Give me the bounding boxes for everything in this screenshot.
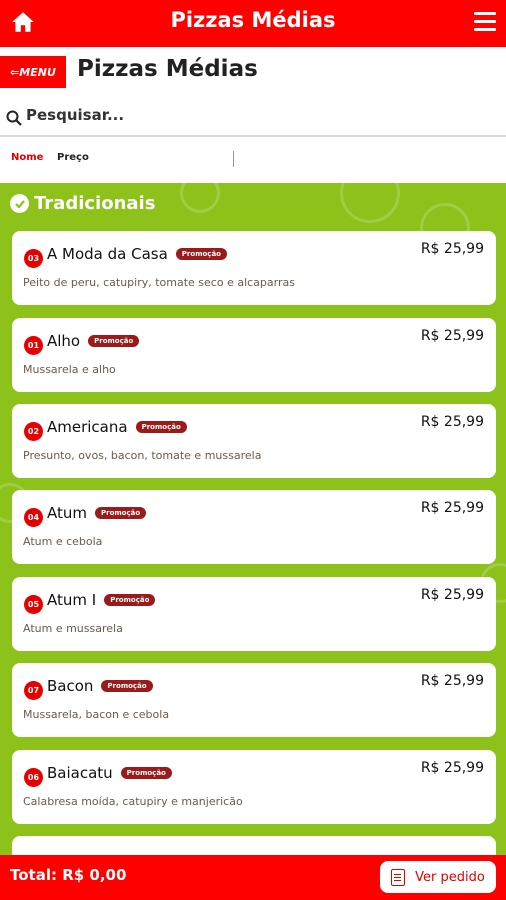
product-description: Atum e cebola — [23, 535, 103, 548]
bottom-bar: Total: R$ 0,00 Ver pedido — [0, 855, 506, 900]
product-description: Peito de peru, catupiry, tomate seco e a… — [23, 276, 295, 289]
product-card[interactable]: 01 Alho Promoção R$ 25,99 Mussarela e alh… — [12, 318, 496, 392]
product-name-row: Americana Promoção — [47, 418, 187, 436]
section-title-label: Tradicionais — [34, 193, 156, 214]
product-price: R$ 25,99 — [420, 414, 484, 430]
sort-by-name[interactable]: Nome — [11, 152, 43, 163]
promo-badge: Promoção — [101, 680, 153, 692]
sort-by-price[interactable]: Preço — [57, 152, 89, 163]
menu-button-label: MENU — [19, 65, 56, 79]
page-title: Pizzas Médias — [77, 56, 258, 82]
hamburger-icon[interactable] — [474, 12, 496, 32]
page-header: ⇐ MENU Pizzas Médias — [0, 47, 506, 97]
product-number: 04 — [24, 508, 43, 527]
promo-badge: Promoção — [104, 594, 156, 606]
product-number: 07 — [24, 681, 43, 700]
product-card[interactable]: 05 Atum I Promoção R$ 25,99 Atum e mussar… — [12, 577, 496, 651]
product-name: Americana — [47, 418, 128, 436]
product-price: R$ 25,99 — [420, 500, 484, 516]
product-number: 06 — [24, 768, 43, 787]
product-card[interactable]: 07 Bacon Promoção R$ 25,99 Mussarela, bac… — [12, 663, 496, 737]
product-number: 02 — [24, 422, 43, 441]
product-name: Alho — [47, 332, 81, 350]
product-price: R$ 25,99 — [420, 760, 484, 776]
back-to-menu-button[interactable]: ⇐ MENU — [0, 56, 66, 88]
product-number: 01 — [24, 336, 43, 355]
product-card-partial[interactable] — [12, 836, 496, 855]
product-name-row: A Moda da Casa Promoção — [47, 245, 227, 263]
order-total: Total: R$ 0,00 — [10, 866, 127, 884]
promo-badge: Promoção — [135, 421, 187, 433]
product-description: Presunto, ovos, bacon, tomate e mussarel… — [23, 449, 262, 462]
product-card[interactable]: 03 A Moda da Casa Promoção R$ 25,99 Peito… — [12, 231, 496, 305]
product-name-row: Atum Promoção — [47, 504, 147, 522]
sort-bar: Nome Preço — [0, 139, 506, 183]
product-name: Bacon — [47, 677, 94, 695]
promo-badge: Promoção — [88, 335, 140, 347]
product-card[interactable]: 04 Atum Promoção R$ 25,99 Atum e cebola — [12, 490, 496, 564]
product-price: R$ 25,99 — [420, 328, 484, 344]
search-input[interactable] — [26, 106, 486, 124]
product-name-row: Bacon Promoção — [47, 677, 153, 695]
sort-divider — [233, 151, 234, 167]
product-card[interactable]: 06 Baiacatu Promoção R$ 25,99 Calabresa m… — [12, 750, 496, 824]
doodle-decoration — [340, 183, 400, 223]
promo-badge: Promoção — [120, 767, 172, 779]
top-bar: Pizzas Médias — [0, 0, 506, 47]
product-card[interactable]: 02 Americana Promoção R$ 25,99 Presunto, … — [12, 404, 496, 478]
product-description: Calabresa moída, catupiry e manjericão — [23, 795, 243, 808]
product-name: Baiacatu — [47, 764, 113, 782]
check-icon — [10, 194, 29, 213]
view-order-button[interactable]: Ver pedido — [380, 861, 496, 893]
product-description: Mussarela e alho — [23, 363, 116, 376]
product-name-row: Atum I Promoção — [47, 591, 156, 609]
product-name-row: Alho Promoção — [47, 332, 140, 350]
document-icon — [391, 868, 406, 886]
product-name-row: Baiacatu Promoção — [47, 764, 172, 782]
product-number: 03 — [24, 249, 43, 268]
product-list[interactable]: Tradicionais 03 A Moda da Casa Promoção R… — [0, 183, 506, 855]
doodle-decoration — [180, 183, 220, 213]
product-name: Atum — [47, 504, 87, 522]
product-name: A Moda da Casa — [47, 245, 168, 263]
product-price: R$ 25,99 — [420, 241, 484, 257]
product-number: 05 — [24, 595, 43, 614]
promo-badge: Promoção — [95, 507, 147, 519]
search-icon — [6, 110, 22, 126]
view-order-label: Ver pedido — [415, 869, 485, 885]
arrow-left-icon: ⇐ — [10, 65, 20, 79]
product-price: R$ 25,99 — [420, 587, 484, 603]
product-name: Atum I — [47, 591, 97, 609]
app-title: Pizzas Médias — [170, 8, 336, 32]
product-description: Mussarela, bacon e cebola — [23, 708, 170, 721]
search-bar — [0, 97, 506, 137]
section-title: Tradicionais — [10, 193, 155, 214]
product-price: R$ 25,99 — [420, 673, 484, 689]
promo-badge: Promoção — [175, 248, 227, 260]
product-description: Atum e mussarela — [23, 622, 123, 635]
